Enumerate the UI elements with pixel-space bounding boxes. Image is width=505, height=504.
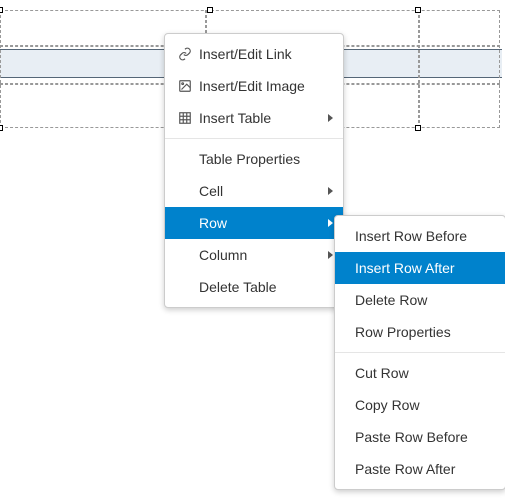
menu-item-row-properties[interactable]: Row Properties [335,316,505,348]
menu-item-label: Table Properties [175,151,333,167]
table-icon [175,111,195,125]
menu-item-copy-row[interactable]: Copy Row [335,389,505,421]
menu-item-label: Cut Row [345,365,495,381]
menu-item-insert-link[interactable]: Insert/Edit Link [165,38,343,70]
menu-item-delete-row[interactable]: Delete Row [335,284,505,316]
menu-item-delete-table[interactable]: Delete Table [165,271,343,303]
table-col-sep [418,10,420,128]
menu-item-cut-row[interactable]: Cut Row [335,357,505,389]
menu-item-label: Insert Row Before [345,228,495,244]
menu-item-column[interactable]: Column [165,239,343,271]
resize-handle-nw[interactable] [0,7,3,13]
menu-item-paste-row-after[interactable]: Paste Row After [335,453,505,485]
menu-item-label: Insert Row After [345,260,495,276]
image-icon [175,79,195,93]
menu-item-insert-row-before[interactable]: Insert Row Before [335,220,505,252]
menu-item-label: Insert/Edit Link [195,46,333,62]
menu-item-insert-row-after[interactable]: Insert Row After [335,252,505,284]
row-submenu: Insert Row Before Insert Row After Delet… [334,215,505,490]
menu-separator [165,138,343,139]
menu-item-label: Delete Row [345,292,495,308]
menu-item-label: Paste Row Before [345,429,495,445]
menu-item-cell[interactable]: Cell [165,175,343,207]
menu-item-label: Copy Row [345,397,495,413]
link-icon [175,47,195,61]
resize-handle-sw[interactable] [0,125,3,131]
menu-item-table-properties[interactable]: Table Properties [165,143,343,175]
menu-item-label: Cell [175,183,333,199]
resize-handle-ne[interactable] [415,7,421,13]
menu-item-label: Row [175,215,333,231]
menu-item-insert-table[interactable]: Insert Table [165,102,343,134]
menu-item-label: Paste Row After [345,461,495,477]
menu-item-label: Insert Table [195,110,333,126]
resize-handle-n[interactable] [207,7,213,13]
menu-item-label: Column [175,247,333,263]
menu-item-label: Delete Table [175,279,333,295]
menu-separator [335,352,505,353]
menu-item-row[interactable]: Row [165,207,343,239]
menu-item-label: Row Properties [345,324,495,340]
menu-item-label: Insert/Edit Image [195,78,333,94]
resize-handle-se[interactable] [415,125,421,131]
context-menu: Insert/Edit Link Insert/Edit Image Inser… [164,33,344,308]
menu-item-paste-row-before[interactable]: Paste Row Before [335,421,505,453]
menu-item-insert-image[interactable]: Insert/Edit Image [165,70,343,102]
